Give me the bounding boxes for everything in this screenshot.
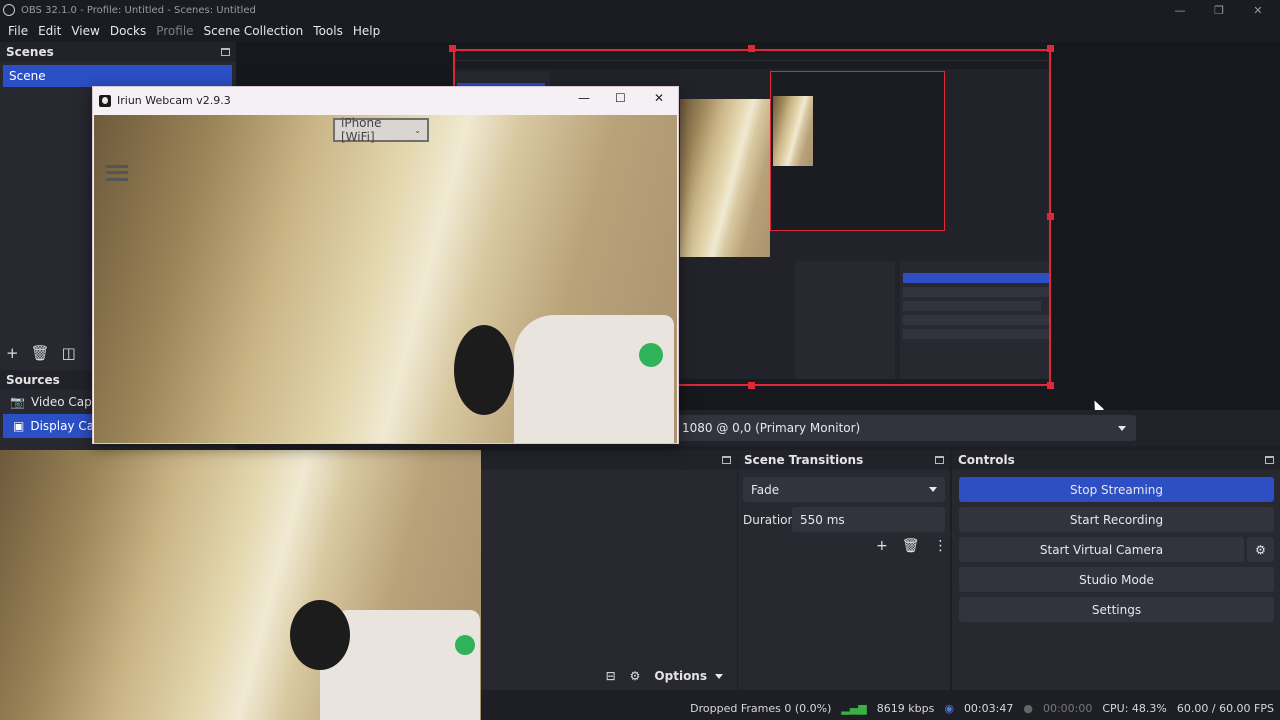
device-select[interactable]: iPhone [WiFi] ⌄ — [333, 116, 429, 144]
iriun-titlebar: Iriun Webcam v2.9.3 — [93, 87, 678, 114]
iriun-webcam-window[interactable]: Iriun Webcam v2.9.3 — ☐ ✕ iPhone [WiFi] … — [92, 86, 679, 444]
chevron-down-icon — [929, 487, 937, 492]
duration-label: Duration — [743, 513, 796, 527]
stop-streaming-button[interactable]: Stop Streaming — [959, 477, 1274, 502]
sources-title: Sources — [6, 373, 60, 387]
recording-icon: ● — [1023, 701, 1033, 715]
bitrate: 8619 kbps — [876, 701, 935, 715]
hamburger-menu-icon[interactable] — [106, 165, 128, 181]
display-select-value: 1080 @ 0,0 (Primary Monitor) — [682, 421, 861, 435]
menu-file[interactable]: File — [3, 24, 33, 38]
chevron-down-icon — [1118, 425, 1126, 431]
streaming-icon: ◉ — [944, 701, 954, 715]
menu-docks[interactable]: Docks — [105, 24, 151, 38]
restore-icon[interactable]: ❐ — [1199, 0, 1239, 20]
menu-profile[interactable]: Profile — [151, 24, 198, 38]
close-icon[interactable]: ✕ — [654, 91, 664, 105]
virtual-camera-settings-icon[interactable]: ⚙ — [1247, 537, 1274, 562]
start-recording-button[interactable]: Start Recording — [959, 507, 1274, 532]
scene-transitions-header: Scene Transitions — [738, 450, 950, 470]
transition-toolbar: + 🗑 ⋮ — [876, 538, 948, 554]
resize-handle[interactable] — [1047, 213, 1054, 220]
menu-view[interactable]: View — [66, 24, 104, 38]
record-time: 00:00:00 — [1042, 701, 1093, 715]
resize-handle[interactable] — [1047, 45, 1054, 52]
audio-mixer-header — [481, 450, 737, 470]
transition-value: Fade — [751, 482, 780, 497]
menu-bar: File Edit View Docks Profile Scene Colle… — [0, 20, 1280, 42]
display-select[interactable]: 1080 @ 0,0 (Primary Monitor) — [674, 415, 1136, 441]
start-virtual-camera-button[interactable]: Start Virtual Camera — [959, 537, 1244, 562]
undock-icon[interactable] — [1265, 456, 1274, 464]
audio-mixer-dock: ⊟ ⚙ Options — [481, 450, 737, 690]
scenes-dock-header: Scenes — [0, 42, 236, 62]
iriun-title: Iriun Webcam v2.9.3 — [117, 94, 231, 107]
minimize-icon[interactable]: — — [1160, 0, 1200, 20]
menu-help[interactable]: Help — [348, 24, 385, 38]
menu-edit[interactable]: Edit — [33, 24, 66, 38]
resize-handle[interactable] — [748, 45, 755, 52]
resize-handle[interactable] — [449, 45, 456, 52]
window-title: OBS 32.1.0 - Profile: Untitled - Scenes:… — [21, 4, 256, 16]
scene-transitions-dock: Scene Transitions Fade Duration 550 ms +… — [738, 450, 950, 690]
advanced-audio-icon[interactable]: ⚙ — [630, 669, 641, 683]
chevron-down-icon: ⌄ — [414, 125, 421, 135]
camera-preview — [0, 450, 481, 720]
remove-scene-icon[interactable]: 🗑 — [31, 344, 50, 362]
fps: 60.00 / 60.00 FPS — [1176, 701, 1274, 715]
scene-filters-icon[interactable]: ◫ — [62, 344, 76, 362]
close-icon[interactable]: ✕ — [1238, 0, 1278, 20]
controls-title: Controls — [958, 453, 1015, 467]
window-titlebar: OBS 32.1.0 - Profile: Untitled - Scenes:… — [0, 0, 1280, 20]
settings-button[interactable]: Settings — [959, 597, 1274, 622]
iriun-app-icon — [99, 94, 111, 107]
dropped-frames: Dropped Frames 0 (0.0%) — [690, 701, 832, 715]
chevron-down-icon — [715, 673, 723, 679]
status-bar: Dropped Frames 0 (0.0%) ▂▄▆ 8619 kbps ◉ … — [481, 696, 1280, 720]
resize-handle[interactable] — [748, 382, 755, 389]
add-transition-icon[interactable]: + — [876, 538, 888, 554]
minimize-icon[interactable]: — — [578, 91, 590, 105]
scene-transitions-title: Scene Transitions — [744, 453, 864, 467]
scenes-title: Scenes — [6, 45, 54, 59]
mixer-toolbar: ⊟ ⚙ Options — [481, 662, 737, 690]
undock-icon[interactable] — [722, 456, 731, 464]
undock-icon[interactable] — [221, 48, 230, 56]
webcam-feed — [94, 115, 677, 443]
studio-mode-button[interactable]: Studio Mode — [959, 567, 1274, 592]
camera-icon: 📷 — [10, 395, 25, 409]
mixer-layout-icon[interactable]: ⊟ — [606, 669, 616, 683]
monitor-icon: ▣ — [13, 419, 25, 433]
scenes-toolbar: + 🗑 ◫ — [6, 344, 76, 362]
cpu-usage: CPU: 48.3% — [1102, 701, 1167, 715]
obs-logo-icon — [3, 4, 15, 16]
resize-handle[interactable] — [1047, 382, 1054, 389]
remove-transition-icon[interactable]: 🗑 — [902, 538, 920, 554]
device-select-value: iPhone [WiFi] — [341, 116, 382, 144]
stream-time: 00:03:47 — [963, 701, 1014, 715]
undock-icon[interactable] — [935, 456, 944, 464]
scene-item[interactable]: Scene — [3, 65, 232, 87]
options-button[interactable]: Options — [654, 669, 723, 683]
transition-menu-icon[interactable]: ⋮ — [934, 538, 948, 554]
duration-value: 550 ms — [800, 512, 845, 527]
add-scene-icon[interactable]: + — [6, 344, 19, 362]
maximize-icon[interactable]: ☐ — [615, 91, 626, 105]
options-label: Options — [654, 669, 707, 683]
controls-dock: Controls Stop Streaming Start Recording … — [952, 450, 1280, 690]
duration-spinbox[interactable]: 550 ms — [792, 507, 945, 532]
signal-strength-icon: ▂▄▆ — [841, 701, 867, 715]
menu-scene-collection[interactable]: Scene Collection — [199, 24, 309, 38]
controls-header: Controls — [952, 450, 1280, 470]
menu-tools[interactable]: Tools — [308, 24, 348, 38]
transition-select[interactable]: Fade — [743, 477, 945, 502]
